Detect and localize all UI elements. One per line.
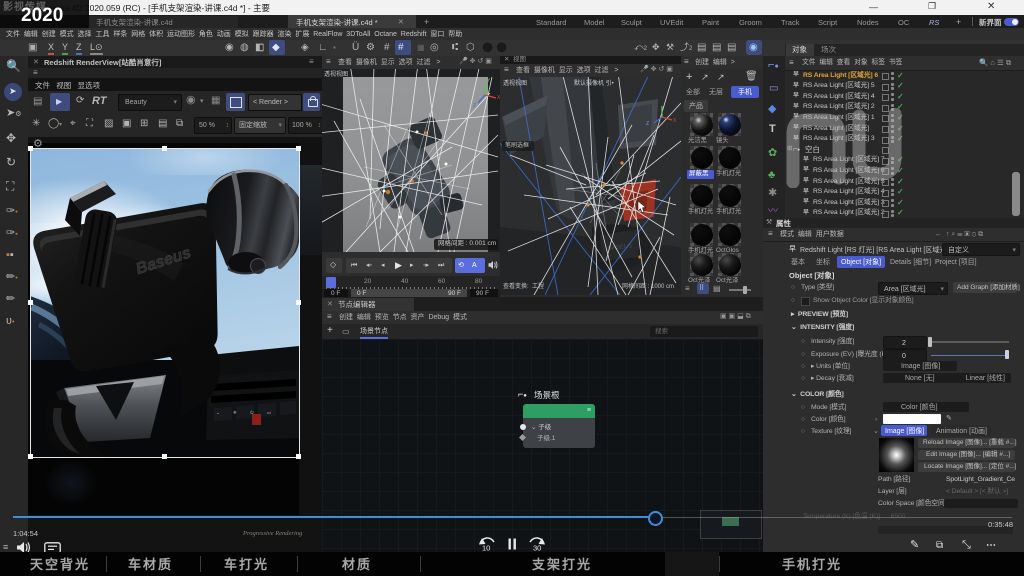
- svg-text:Z: Z: [473, 103, 476, 109]
- svg-text:X: X: [673, 118, 677, 124]
- svg-text:Z: Z: [646, 121, 649, 127]
